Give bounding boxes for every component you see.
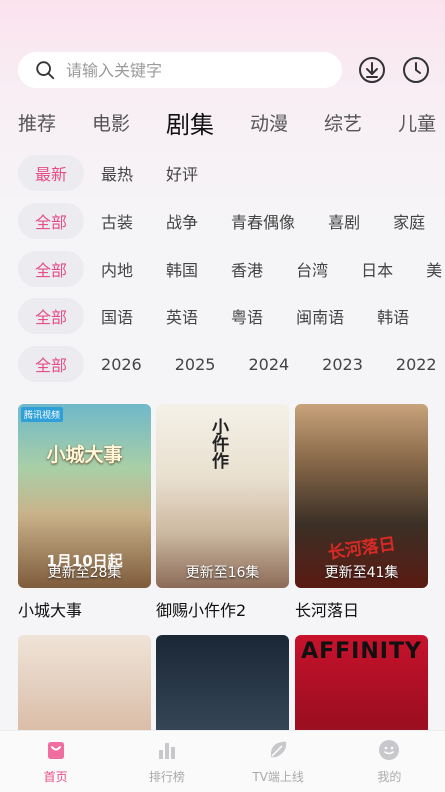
tabbar-mine-label: 我的 [377,770,402,784]
series-card[interactable]: 腾讯视频 小城大事 1月10日起 更新至28集 小城大事 [18,404,151,621]
tv-leaf-icon [271,741,287,758]
filter-genre-all[interactable]: 全部 [18,203,85,239]
filter-language-cantonese[interactable]: 粤语 [231,298,263,334]
filter-region-all[interactable]: 全部 [18,251,85,287]
filter-region-usa[interactable]: 美 [426,251,442,287]
filter-row-language: 全部 国语 英语 粤语 闽南语 韩语 [18,297,445,335]
search-input[interactable] [66,60,306,80]
tabbar-home-label: 首页 [43,770,68,784]
tabbar-tv[interactable]: TV端上线 [228,738,328,785]
filter-row-year: 全部 2026 2025 2024 2023 2022 [18,345,445,383]
filter-region-korea[interactable]: 韩国 [166,251,198,287]
filter-sort-hottest[interactable]: 最热 [101,155,133,191]
poster-title-art: 小仵作 [208,418,228,469]
filter-language-mandarin[interactable]: 国语 [101,298,133,334]
filter-genre-costume[interactable]: 古装 [101,203,133,239]
filter-genre-family[interactable]: 家庭 [393,203,425,239]
episode-caption: 更新至16集 [185,565,260,581]
poster-image: 腾讯视频 小城大事 1月10日起 更新至28集 [18,404,151,588]
poster-title-art: AFFINITY [301,639,422,664]
filter-row-sort: 最新 最热 好评 [18,154,445,192]
filter-year-all[interactable]: 全部 [18,346,85,382]
filter-genre-youth-idol[interactable]: 青春偶像 [231,203,295,239]
filter-language-korean[interactable]: 韩语 [377,298,409,334]
series-title: 小城大事 [18,601,83,620]
episode-caption: 更新至28集 [47,565,122,581]
series-card[interactable]: 小仵作 更新至16集 御赐小仵作2 [156,404,289,621]
tab-anime[interactable]: 动漫 [250,109,288,136]
filter-genre-comedy[interactable]: 喜剧 [328,203,360,239]
history-button[interactable] [402,56,430,84]
tabbar-ranking[interactable]: 排行榜 [117,738,217,785]
tab-recommend[interactable]: 推荐 [18,109,56,136]
search-box[interactable] [18,52,342,88]
search-row [18,52,430,88]
poster-title-art: 小城大事 [46,444,123,466]
filter-language-english[interactable]: 英语 [166,298,198,334]
download-icon [359,57,385,83]
filter-year-2026[interactable]: 2026 [101,346,142,382]
tab-kids[interactable]: 儿童 [398,109,436,136]
filter-region-hongkong[interactable]: 香港 [231,251,263,287]
filter-region-japan[interactable]: 日本 [361,251,393,287]
download-button[interactable] [358,56,386,84]
tabbar-mine[interactable]: 我的 [339,738,439,785]
platform-badge: 腾讯视频 [21,407,64,422]
filter-year-2025[interactable]: 2025 [175,346,216,382]
history-clock-icon [403,57,429,83]
filter-sort-top-rated[interactable]: 好评 [166,155,198,191]
filter-region-mainland[interactable]: 内地 [101,251,133,287]
bottom-tab-bar: 首页 排行榜 TV端上线 我的 [0,730,445,792]
filter-year-2022[interactable]: 2022 [396,346,437,382]
home-icon [47,742,64,759]
search-icon [36,61,55,80]
poster-image: 长河落日 更新至41集 [295,404,428,588]
bar-chart-icon [158,743,175,759]
tabbar-ranking-label: 排行榜 [148,770,185,784]
series-card[interactable]: 长河落日 更新至41集 长河落日 [295,404,428,621]
filter-row-region: 全部 内地 韩国 香港 台湾 日本 美 [18,250,445,288]
episode-caption: 更新至41集 [324,565,399,581]
tabbar-home[interactable]: 首页 [6,738,106,785]
smile-face-icon [379,740,400,760]
tab-series[interactable]: 剧集 [166,105,214,140]
filter-year-2023[interactable]: 2023 [322,346,363,382]
tabbar-tv-label: TV端上线 [252,770,304,784]
filter-row-genre: 全部 古装 战争 青春偶像 喜剧 家庭 [18,202,445,240]
category-tabs: 推荐 电影 剧集 动漫 综艺 儿童 [0,100,445,144]
poster-image: 小仵作 更新至16集 [156,404,289,588]
tab-movie[interactable]: 电影 [92,109,130,136]
filter-genre-war[interactable]: 战争 [166,203,198,239]
filter-year-2024[interactable]: 2024 [248,346,289,382]
tab-variety[interactable]: 综艺 [324,109,362,136]
filter-region-taiwan[interactable]: 台湾 [296,251,328,287]
filter-sort-latest[interactable]: 最新 [18,155,85,191]
filter-language-all[interactable]: 全部 [18,298,85,334]
series-title: 长河落日 [295,601,360,620]
filter-language-minnan[interactable]: 闽南语 [296,298,344,334]
series-title: 御赐小仵作2 [156,601,247,620]
